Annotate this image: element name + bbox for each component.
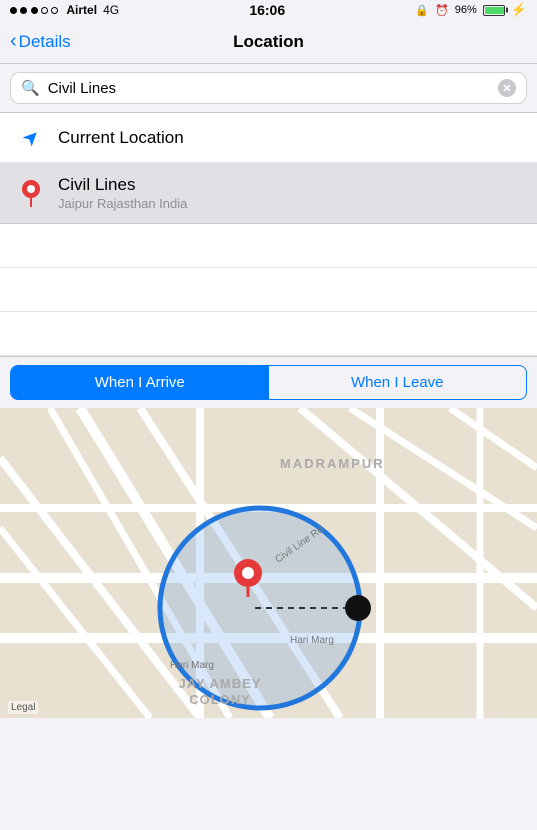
svg-text:COLONY: COLONY <box>189 692 251 707</box>
civil-lines-title: Civil Lines <box>58 175 187 195</box>
list-item-civil-lines[interactable]: Civil Lines Jaipur Rajasthan India <box>0 163 537 223</box>
search-bar[interactable]: 🔍 Civil Lines <box>10 72 527 104</box>
nav-bar: ‹ Details Location <box>0 20 537 64</box>
page-title: Location <box>233 32 304 52</box>
segment-leave-button[interactable]: When I Leave <box>269 366 527 399</box>
legal-label: Legal <box>8 701 38 714</box>
lock-icon: 🔒 <box>415 4 429 17</box>
network-label: 4G <box>103 3 119 17</box>
location-list: ➤ Current Location Civil Lines Jaipur Ra… <box>0 112 537 224</box>
battery-percent: 96% <box>455 4 477 16</box>
carrier-label: Airtel <box>66 3 97 17</box>
status-right: 🔒 ⏰ 96% ⚡ <box>415 2 527 18</box>
blank-row-3 <box>0 312 537 356</box>
signal-dots <box>10 3 58 17</box>
search-clear-button[interactable] <box>498 79 516 97</box>
alarm-icon: ⏰ <box>435 4 449 17</box>
map-svg: Civil Line Rd Hari Marg Hari Marg MADRAM… <box>0 408 537 718</box>
arrow-icon: ➤ <box>16 125 46 150</box>
blank-row-1 <box>0 224 537 268</box>
map-area: Civil Line Rd Hari Marg Hari Marg MADRAM… <box>0 408 537 718</box>
time-display: 16:06 <box>249 2 285 18</box>
search-icon: 🔍 <box>21 79 40 97</box>
segment-control: When I Arrive When I Leave <box>10 365 527 400</box>
charging-icon: ⚡ <box>511 2 527 18</box>
svg-text:MADRAMPUR: MADRAMPUR <box>280 456 385 471</box>
search-container: 🔍 Civil Lines <box>0 64 537 112</box>
list-item-current-location[interactable]: ➤ Current Location <box>0 113 537 163</box>
battery-indicator <box>483 5 505 16</box>
svg-text:Hari Marg: Hari Marg <box>290 635 334 646</box>
civil-lines-subtitle: Jaipur Rajasthan India <box>58 196 187 211</box>
segment-control-wrap: When I Arrive When I Leave <box>0 356 537 408</box>
current-location-text: Current Location <box>58 128 184 148</box>
back-arrow-icon: ‹ <box>10 30 17 53</box>
status-left: Airtel 4G <box>10 3 119 17</box>
blank-row-2 <box>0 268 537 312</box>
civil-lines-text: Civil Lines Jaipur Rajasthan India <box>58 175 187 211</box>
search-input[interactable]: Civil Lines <box>48 80 498 97</box>
back-button[interactable]: ‹ Details <box>10 30 71 53</box>
blank-rows <box>0 224 537 356</box>
status-bar: Airtel 4G 16:06 🔒 ⏰ 96% ⚡ <box>0 0 537 20</box>
pin-icon <box>16 179 46 207</box>
svg-text:JAY AMBEY: JAY AMBEY <box>179 676 262 691</box>
svg-text:Hari Marg: Hari Marg <box>170 660 214 671</box>
current-location-title: Current Location <box>58 128 184 148</box>
segment-arrive-button[interactable]: When I Arrive <box>11 366 269 399</box>
back-label: Details <box>19 32 71 52</box>
